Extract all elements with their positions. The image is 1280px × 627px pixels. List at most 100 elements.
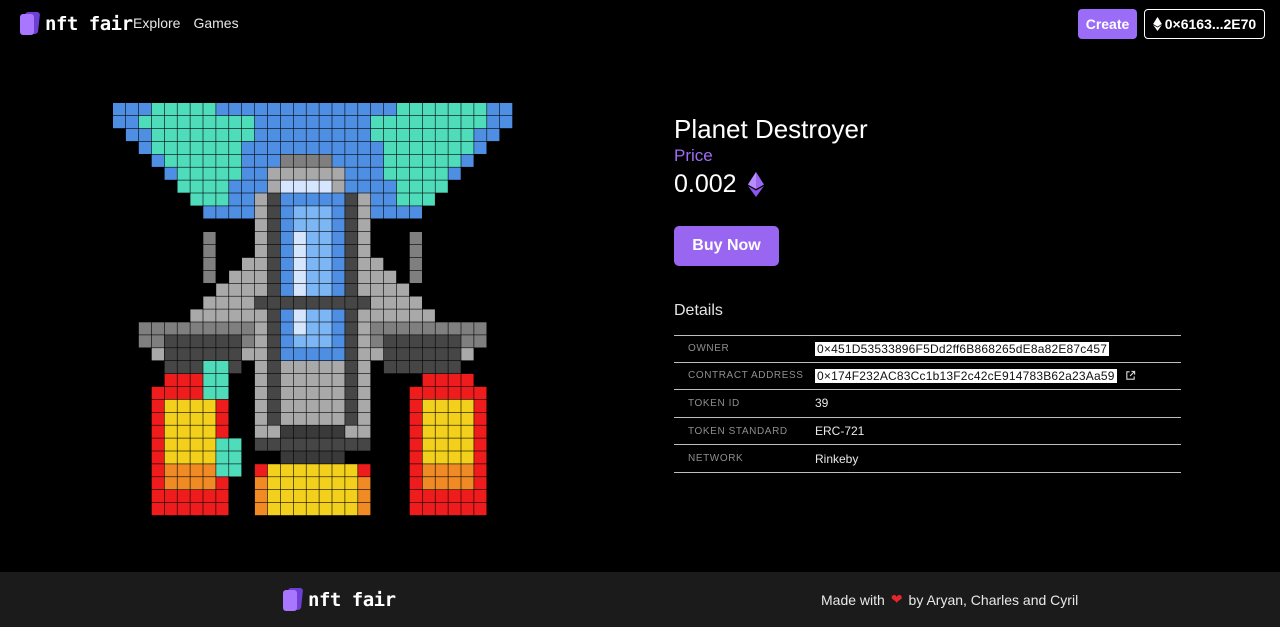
pixel	[280, 361, 293, 374]
pixel	[371, 167, 384, 180]
contract-address[interactable]: 0×174F232AC83Cc1b13F2c42cE914783B62a23Aa…	[815, 368, 1117, 383]
external-link-icon[interactable]	[1125, 370, 1136, 381]
pixel	[216, 361, 229, 374]
detail-row-token-standard: TOKEN STANDARD ERC-721	[674, 418, 1181, 446]
pixel	[409, 206, 422, 219]
pixel	[383, 361, 397, 374]
pixel	[474, 464, 487, 477]
pixel	[306, 477, 319, 490]
pixel	[345, 412, 358, 425]
pixel	[164, 412, 177, 425]
pixel	[306, 412, 319, 425]
pixel	[383, 206, 397, 219]
pixel	[242, 348, 255, 361]
footer-brand-logo[interactable]: nft fair	[283, 588, 396, 612]
nav-games[interactable]: Games	[193, 15, 238, 31]
pixel	[203, 335, 216, 348]
pixel	[242, 335, 255, 348]
pixel	[422, 386, 435, 400]
pixel	[151, 335, 164, 348]
pixel	[383, 128, 397, 142]
pixel	[319, 309, 332, 322]
pixel	[203, 373, 216, 387]
pixel	[422, 361, 435, 374]
pixel	[358, 167, 371, 180]
pixel	[358, 232, 371, 245]
pixel	[409, 193, 422, 206]
pixel	[474, 115, 487, 129]
pixel	[409, 257, 422, 271]
pixel	[216, 115, 229, 129]
pixel	[177, 477, 190, 490]
pixel	[306, 244, 319, 258]
pixel	[138, 322, 152, 335]
pixel	[319, 373, 332, 387]
pixel	[242, 180, 255, 193]
pixel	[461, 103, 474, 116]
pixel	[383, 193, 397, 206]
pixel	[345, 244, 358, 258]
pixel	[254, 335, 268, 348]
pixel	[229, 141, 242, 154]
pixel	[267, 373, 281, 387]
pixel	[151, 425, 164, 438]
owner-address[interactable]: 0×451D53533896F5Dd2ff6B868265dE8a82E87c4…	[815, 341, 1110, 356]
pixel	[229, 451, 242, 464]
pixel	[409, 154, 422, 167]
pixel	[371, 322, 384, 335]
pixel	[409, 386, 422, 400]
pixel	[474, 399, 487, 412]
pixel	[254, 244, 268, 258]
pixel	[280, 464, 293, 477]
pixel	[435, 348, 448, 361]
pixel	[177, 361, 190, 374]
brand-logo[interactable]: nft fair	[20, 12, 133, 36]
pixel	[229, 115, 242, 129]
pixel	[293, 180, 306, 193]
pixel	[293, 244, 306, 258]
pixel	[371, 335, 384, 348]
footer: nft fair Made with ❤ by Aryan, Charles a…	[0, 572, 1280, 627]
pixel	[319, 464, 332, 477]
buy-now-button[interactable]: Buy Now	[674, 226, 779, 266]
pixel	[448, 490, 461, 503]
pixel	[345, 399, 358, 412]
wallet-button[interactable]: 0×6163...2E70	[1144, 9, 1265, 39]
pixel	[461, 438, 474, 451]
pixel	[190, 167, 203, 180]
pixel	[332, 244, 345, 258]
create-button[interactable]: Create	[1078, 9, 1137, 39]
pixel	[177, 412, 190, 425]
footer-brand-name: nft fair	[308, 589, 396, 611]
nav-explore[interactable]: Explore	[133, 15, 180, 31]
pixel	[448, 167, 461, 180]
pixel	[332, 180, 345, 193]
pixel	[164, 322, 177, 335]
pixel	[164, 399, 177, 412]
pixel	[332, 206, 345, 219]
pixel	[319, 399, 332, 412]
pixel	[267, 270, 281, 283]
pixel	[216, 399, 229, 412]
pixel	[332, 103, 345, 116]
pixel	[435, 386, 448, 400]
pixel	[461, 412, 474, 425]
pixel	[422, 399, 435, 412]
pixel	[332, 438, 345, 451]
pixel	[383, 309, 397, 322]
pixel	[293, 128, 306, 142]
pixel	[229, 270, 242, 283]
detail-row-token-id: TOKEN ID 39	[674, 390, 1181, 418]
pixel	[371, 257, 384, 271]
pixel	[280, 257, 293, 271]
pixel	[151, 386, 164, 400]
pixel	[306, 438, 319, 451]
pixel	[138, 103, 152, 116]
pixel	[151, 464, 164, 477]
pixel	[448, 115, 461, 129]
pixel	[345, 193, 358, 206]
pixel	[409, 270, 422, 283]
pixel	[332, 425, 345, 438]
pixel	[190, 477, 203, 490]
pixel	[216, 373, 229, 387]
